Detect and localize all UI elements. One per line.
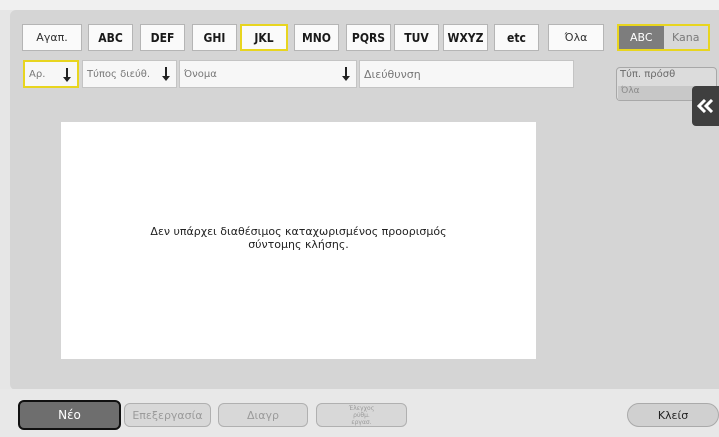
column-address-label: Διεύθυνση xyxy=(364,67,421,81)
tab-favorites[interactable]: Αγαπ. xyxy=(22,24,82,51)
column-name-label: Όνομα xyxy=(184,68,217,80)
script-abc-button[interactable]: ABC xyxy=(619,26,664,49)
check-label-line-1: Έλεγχος xyxy=(348,404,375,412)
tab-all[interactable]: Όλα xyxy=(548,24,604,51)
tab-jkl[interactable]: JKL xyxy=(240,24,288,51)
check-label-line-2: ρύθμ. xyxy=(353,411,370,419)
column-number-label: Αρ. xyxy=(29,68,46,80)
check-job-settings-button[interactable]: Έλεγχος ρύθμ. εργασ. xyxy=(316,403,407,427)
edit-button[interactable]: Επεξεργασία xyxy=(124,403,211,427)
script-toggle: ABC Kana xyxy=(617,24,710,51)
delete-button[interactable]: Διαγρ xyxy=(218,403,308,427)
tab-ghi[interactable]: GHI xyxy=(192,24,237,51)
tab-wxyz[interactable]: WXYZ xyxy=(443,24,488,51)
check-label-line-3: εργασ. xyxy=(351,418,372,426)
new-button[interactable]: Νέο xyxy=(18,400,121,430)
tab-abc[interactable]: ABC xyxy=(88,24,133,51)
tab-tuv[interactable]: TUV xyxy=(394,24,439,51)
top-strip xyxy=(0,0,719,10)
close-button[interactable]: Κλείσ xyxy=(627,403,719,427)
column-address-type-sort[interactable]: Τύπος διεύθ. xyxy=(82,60,177,88)
script-kana-button[interactable]: Kana xyxy=(663,26,708,49)
address-type-filter-label: Τύπ. πρόσθ xyxy=(620,69,676,80)
sort-down-arrow-icon xyxy=(162,67,170,81)
column-address: Διεύθυνση xyxy=(359,60,574,88)
side-panel-handle[interactable] xyxy=(692,86,719,126)
tab-def[interactable]: DEF xyxy=(140,24,185,51)
column-number-sort[interactable]: Αρ. xyxy=(23,60,79,88)
empty-list-message: Δεν υπάρχει διαθέσιμος καταχωρισμένος πρ… xyxy=(61,225,536,251)
empty-message-line-2: σύντομης κλήσης. xyxy=(248,238,349,251)
empty-message-line-1: Δεν υπάρχει διαθέσιμος καταχωρισμένος πρ… xyxy=(150,225,447,238)
column-address-type-label: Τύπος διεύθ. xyxy=(87,68,151,80)
sort-down-arrow-icon xyxy=(63,68,71,82)
tab-etc[interactable]: etc xyxy=(494,24,539,51)
sort-down-arrow-icon xyxy=(342,67,350,81)
column-name-sort[interactable]: Όνομα xyxy=(179,60,357,88)
double-chevron-left-icon xyxy=(696,99,713,113)
tab-mno[interactable]: MNO xyxy=(294,24,339,51)
tab-pqrs[interactable]: PQRS xyxy=(346,24,391,51)
